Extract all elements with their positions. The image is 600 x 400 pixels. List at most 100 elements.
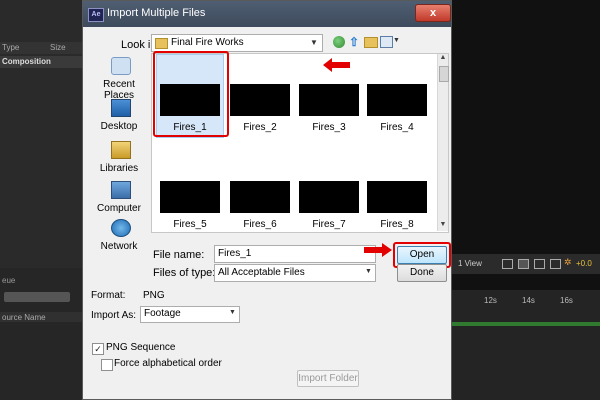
views-menu-icon[interactable] [380, 36, 393, 48]
chevron-down-icon[interactable]: ▼ [310, 38, 318, 47]
ruler-tick-14s: 14s [522, 296, 535, 305]
file-thumbnail [367, 181, 427, 213]
composition-label: Composition [2, 57, 51, 66]
source-name-header: ource Name [0, 312, 82, 322]
desktop-icon [111, 99, 131, 117]
file-name: Fires_6 [243, 219, 277, 230]
recent-places-icon [111, 57, 131, 75]
network-icon [111, 219, 131, 237]
ruler-tick-16s: 16s [560, 296, 573, 305]
import-multiple-files-dialog: Ae Import Multiple Files x Look in: Fina… [82, 0, 452, 400]
place-network[interactable]: Network [89, 219, 149, 259]
file-name-input[interactable]: Fires_1 [214, 245, 376, 263]
col-size[interactable]: Size [50, 43, 66, 52]
transparency-icon[interactable] [534, 259, 545, 269]
place-label: Computer [97, 203, 141, 214]
chevron-down-icon: ▼ [229, 309, 236, 316]
files-of-type-select[interactable]: All Acceptable Files ▼ [214, 264, 376, 282]
place-label: Recent Places [103, 79, 135, 101]
file-name-label: File name: [153, 249, 205, 261]
files-of-type-label: Files of type: [153, 267, 216, 279]
file-name: Fires_8 [380, 219, 414, 230]
exposure-icon[interactable]: ✲ [564, 257, 572, 268]
place-label: Network [100, 241, 138, 252]
scroll-up-icon[interactable]: ▲ [438, 54, 448, 64]
places-bar: Recent Places Desktop Libraries Computer… [89, 57, 149, 267]
col-type[interactable]: Type [2, 43, 19, 52]
chevron-down-icon: ▼ [365, 268, 372, 275]
scroll-down-icon[interactable]: ▼ [438, 221, 448, 231]
import-as-label: Import As: [91, 310, 137, 321]
force-alphabetical-label: Force alphabetical order [114, 358, 222, 369]
file-item-fires-2[interactable]: Fires_2 [226, 54, 292, 133]
timeline-panel [452, 290, 600, 400]
import-as-select[interactable]: Footage ▼ [140, 306, 240, 323]
file-thumbnail [367, 84, 427, 116]
file-name: Fires_2 [243, 122, 277, 133]
grid-icon[interactable] [502, 259, 513, 269]
annotation-box-fires-1 [153, 51, 229, 137]
work-area-bar[interactable] [452, 322, 600, 326]
composition-row[interactable]: Composition [0, 56, 82, 68]
place-desktop[interactable]: Desktop [89, 99, 149, 139]
file-item-fires-5[interactable]: Fires_5 [156, 151, 222, 230]
file-name-value: Fires_1 [218, 248, 252, 259]
file-name: Fires_3 [312, 122, 346, 133]
png-sequence-label: PNG Sequence [106, 342, 176, 353]
import-folder-button[interactable]: Import Folder [297, 370, 359, 387]
project-column-header: Type Size [0, 42, 82, 54]
new-folder-icon[interactable] [364, 37, 378, 48]
place-computer[interactable]: Computer [89, 181, 149, 221]
file-item-fires-8[interactable]: Fires_8 [363, 151, 429, 230]
file-thumbnail [230, 181, 290, 213]
camera-icon[interactable] [550, 259, 561, 269]
look-in-value: Final Fire Works [171, 37, 244, 48]
png-sequence-checkbox[interactable]: ✓ [92, 343, 104, 355]
file-thumbnail [230, 84, 290, 116]
file-name: Fires_5 [173, 219, 207, 230]
render-queue-panel [0, 268, 82, 400]
annotation-arrow-right-icon [364, 243, 392, 257]
close-button[interactable]: x [415, 4, 451, 22]
region-icon[interactable] [518, 259, 529, 269]
open-button[interactable]: Open [397, 246, 447, 264]
timeline-search-field[interactable] [4, 292, 70, 302]
back-icon[interactable] [333, 36, 345, 48]
format-label: Format: [91, 290, 126, 301]
look-in-select[interactable]: Final Fire Works ▼ [151, 34, 323, 52]
computer-icon [111, 181, 131, 199]
viewer-toolbar: 1 View ✲ +0.0 [452, 254, 600, 274]
import-as-value: Footage [144, 308, 181, 319]
annotation-arrow-left-icon [323, 58, 350, 72]
force-alphabetical-checkbox[interactable] [101, 359, 113, 371]
scroll-thumb[interactable] [439, 66, 449, 82]
up-folder-icon[interactable]: ⇧ [349, 35, 359, 49]
place-libraries[interactable]: Libraries [89, 141, 149, 181]
format-value: PNG [143, 290, 165, 301]
file-thumbnail [160, 181, 220, 213]
file-item-fires-6[interactable]: Fires_6 [226, 151, 292, 230]
dialog-titlebar[interactable]: Ae Import Multiple Files x [83, 1, 451, 27]
exposure-value[interactable]: +0.0 [576, 259, 592, 268]
files-of-type-value: All Acceptable Files [218, 267, 305, 278]
file-list-scrollbar[interactable]: ▲ ▼ [437, 54, 449, 231]
done-button[interactable]: Done [397, 264, 447, 282]
queue-label: eue [2, 276, 16, 285]
view-layout-select[interactable]: 1 View [458, 259, 482, 268]
folder-icon [155, 38, 168, 49]
dialog-title: Import Multiple Files [107, 7, 206, 19]
file-name: Fires_7 [312, 219, 346, 230]
views-chevron-icon[interactable]: ▼ [393, 37, 400, 44]
ae-logo-icon: Ae [88, 8, 104, 22]
place-label: Desktop [100, 121, 138, 132]
file-thumbnail [299, 84, 359, 116]
file-name: Fires_4 [380, 122, 414, 133]
source-name-label: ource Name [2, 313, 46, 322]
libraries-icon [111, 141, 131, 159]
file-item-fires-7[interactable]: Fires_7 [295, 151, 361, 230]
file-thumbnail [299, 181, 359, 213]
place-recent-places[interactable]: Recent Places [89, 57, 149, 101]
file-item-fires-4[interactable]: Fires_4 [363, 54, 429, 133]
ruler-tick-12s: 12s [484, 296, 497, 305]
queue-tab[interactable]: eue [0, 276, 82, 286]
